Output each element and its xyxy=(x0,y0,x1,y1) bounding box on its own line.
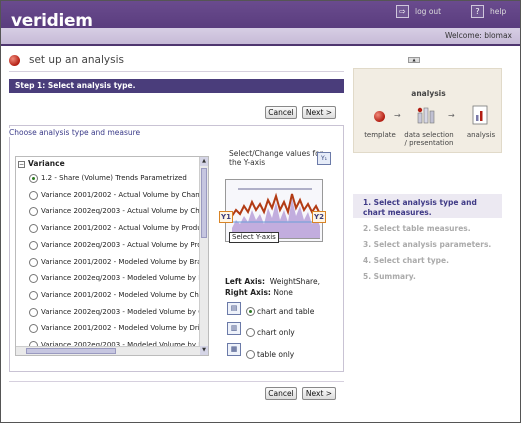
wizard-step-3: 3. Select analysis parameters. xyxy=(363,240,492,249)
analysis-option-row[interactable]: Variance 2001/2002 - Modeled Volume by D… xyxy=(29,322,199,336)
horizontal-scrollbar[interactable] xyxy=(16,346,200,355)
welcome-text: Welcome: blomax xyxy=(445,31,512,40)
wizard-step-2: 2. Select table measures. xyxy=(363,224,471,233)
flow-step-data-selection: data selection / presentation xyxy=(404,131,454,147)
scroll-thumb[interactable] xyxy=(201,168,207,238)
help-link[interactable]: help xyxy=(490,7,506,16)
left-axis-key: Left Axis: xyxy=(225,277,266,286)
scroll-down-arrow-icon[interactable]: ▼ xyxy=(200,346,208,355)
template-step-icon xyxy=(374,111,385,122)
option-label: chart only xyxy=(257,328,295,337)
wizard-step-1[interactable]: 1. Select analysis type and chart measur… xyxy=(363,198,498,218)
vertical-scrollbar[interactable]: ▲ ▼ xyxy=(199,157,208,355)
y1-tag[interactable]: Y1 xyxy=(219,211,233,223)
flow-step-template: template xyxy=(364,131,396,139)
y-axis-values-icon[interactable]: Y₁ xyxy=(317,152,331,165)
analysis-option-radio[interactable] xyxy=(29,190,38,200)
analysis-flow-panel: analysis → → template data selection / p… xyxy=(353,68,502,153)
next-button-bottom[interactable]: Next > xyxy=(302,387,336,400)
cancel-button-bottom[interactable]: Cancel xyxy=(265,387,297,400)
chart-and-table-icon: ▤ xyxy=(227,302,241,315)
analysis-option-label: Variance 2002eq/2003 - Actual Volume by … xyxy=(41,240,199,249)
analysis-option-row[interactable]: Variance 2002eq/2003 - Modeled Volume by… xyxy=(29,306,199,320)
analysis-option-label: Variance 2002eq/2003 - Modeled Volume by… xyxy=(41,307,199,316)
analysis-option-label: Variance 2001/2002 - Actual Volume by Pr… xyxy=(41,224,199,233)
analysis-option-radio[interactable] xyxy=(29,240,38,250)
y-axis-prompt: Select/Change values for the Y-axis xyxy=(229,149,323,167)
collapse-tab-icon[interactable]: ▲ xyxy=(408,57,420,63)
select-y-axis-tooltip: Select Y-axis xyxy=(229,232,279,243)
page-title: set up an analysis xyxy=(29,54,124,66)
right-axis-value: None xyxy=(273,288,293,297)
analysis-option-label: Variance 2001/2002 - Modeled Volume by D… xyxy=(41,324,199,333)
analysis-option-label: Variance 2001/2002 - Modeled Volume by B… xyxy=(41,257,199,266)
analysis-option-label: Variance 2002eq/2003 - Modeled Volume by… xyxy=(41,274,199,283)
flow-title: analysis xyxy=(411,89,446,98)
flow-arrow-icon: → xyxy=(394,111,401,120)
title-divider xyxy=(9,71,344,72)
analysis-option-label: 1.2 - Share (Volume) Trends Parametrized xyxy=(41,174,187,182)
analysis-option-row[interactable]: Variance 2002eq/2003 - Actual Volume by … xyxy=(29,205,199,219)
app-window: veridiem ⇨ log out ? help Welcome: bloma… xyxy=(0,0,521,423)
logout-icon[interactable]: ⇨ xyxy=(396,5,409,18)
scroll-up-arrow-icon[interactable]: ▲ xyxy=(200,157,208,166)
hscroll-thumb[interactable] xyxy=(26,348,116,354)
analysis-option-label: Variance 2002eq/2003 - Actual Volume by … xyxy=(41,207,199,216)
radio-chart-and-table[interactable] xyxy=(246,307,255,316)
analysis-option-row[interactable]: Variance 2001/2002 - Actual Volume by Pr… xyxy=(29,222,199,236)
bar-chart-icon: ▥ xyxy=(227,322,241,335)
analysis-option-radio[interactable] xyxy=(29,307,38,317)
step-title-bar: Step 1: Select analysis type. xyxy=(9,79,344,93)
next-button-top[interactable]: Next > xyxy=(302,106,336,119)
analysis-type-list[interactable]: − Variance 1.2 - Share (Volume) Trends P… xyxy=(15,156,209,356)
flow-step-analysis: analysis xyxy=(466,131,496,139)
wizard-step-5: 5. Summary. xyxy=(363,272,416,281)
analysis-step-icon xyxy=(472,105,488,125)
analysis-option-row[interactable]: Variance 2001/2002 - Modeled Volume by C… xyxy=(29,289,199,303)
y2-tag[interactable]: Y2 xyxy=(312,211,326,223)
cancel-button-top[interactable]: Cancel xyxy=(265,106,297,119)
wizard-step-4: 4. Select chart type. xyxy=(363,256,449,265)
analysis-option-radio[interactable] xyxy=(29,257,38,267)
template-ball-icon xyxy=(9,55,20,66)
right-axis-key: Right Axis: xyxy=(225,288,271,297)
analysis-option-row[interactable]: Variance 2001/2002 - Actual Volume by Ch… xyxy=(29,189,199,203)
analysis-option-row[interactable]: Variance 2001/2002 - Modeled Volume by B… xyxy=(29,256,199,270)
analysis-option-row[interactable]: 1.2 - Share (Volume) Trends Parametrized xyxy=(29,172,199,186)
analysis-option-radio[interactable] xyxy=(29,274,38,284)
radio-table-only[interactable] xyxy=(246,350,255,359)
analysis-option-radio[interactable] xyxy=(29,324,38,334)
panel-legend: Choose analysis type and measure xyxy=(9,128,143,137)
welcome-bar: Welcome: blomax xyxy=(1,28,520,44)
bottom-divider xyxy=(9,381,344,382)
logout-link[interactable]: log out xyxy=(415,7,441,16)
analysis-option-radio[interactable] xyxy=(29,207,38,217)
analysis-option-radio[interactable] xyxy=(29,224,38,234)
option-label: table only xyxy=(257,350,295,359)
step-title: Step 1: Select analysis type. xyxy=(15,81,136,90)
analysis-option-radio[interactable] xyxy=(29,290,38,300)
analysis-option-row[interactable]: Variance 2002eq/2003 - Modeled Volume by… xyxy=(29,272,199,286)
analysis-option-radio[interactable] xyxy=(29,174,38,183)
list-group-label: Variance xyxy=(28,159,65,168)
app-header: veridiem ⇨ log out ? help Welcome: bloma… xyxy=(1,1,520,46)
help-icon[interactable]: ? xyxy=(471,5,484,18)
option-label: chart and table xyxy=(257,307,315,316)
left-axis-value: WeightShare, xyxy=(269,277,320,286)
flow-arrow-icon: → xyxy=(448,111,455,120)
analysis-option-label: Variance 2001/2002 - Modeled Volume by C… xyxy=(41,290,199,299)
analysis-option-row[interactable]: Variance 2002eq/2003 - Actual Volume by … xyxy=(29,239,199,253)
axis-info: Left Axis: WeightShare, Right Axis: None xyxy=(225,276,320,298)
radio-chart-only[interactable] xyxy=(246,328,255,337)
table-icon: ▦ xyxy=(227,343,241,356)
analysis-option-label: Variance 2001/2002 - Actual Volume by Ch… xyxy=(41,190,199,199)
collapse-icon[interactable]: − xyxy=(18,161,25,168)
data-selection-icon xyxy=(417,107,435,124)
